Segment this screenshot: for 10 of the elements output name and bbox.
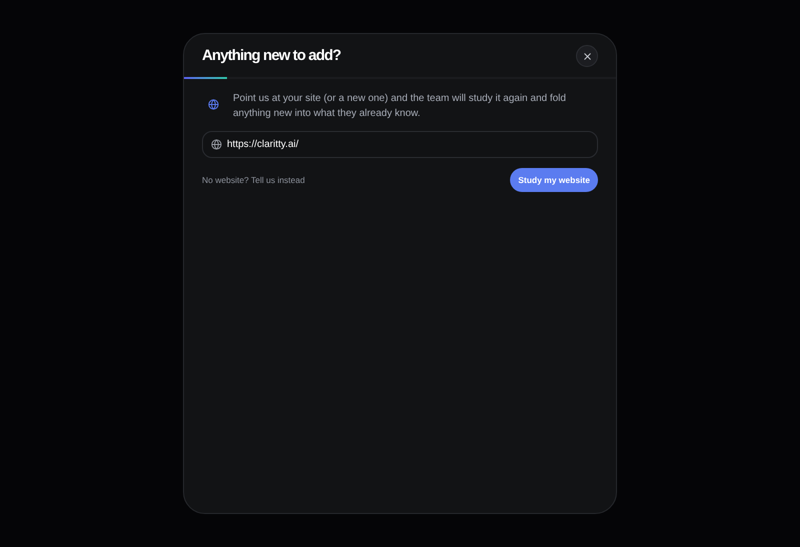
close-icon (582, 50, 592, 62)
globe-icon (211, 139, 222, 150)
dialog-title: Anything new to add? (202, 46, 341, 66)
intro-text: Point us at your site (or a new one) and the team will study it again and fold anything new into what they already know. (233, 92, 567, 121)
url-input[interactable]: https://claritty.ai/ (227, 137, 589, 152)
study-website-button[interactable]: Study my website (510, 168, 598, 192)
url-field[interactable]: https://claritty.ai/ (202, 131, 598, 158)
tell-us-link[interactable]: No website? Tell us instead (202, 174, 305, 186)
globe-icon (208, 99, 219, 110)
close-button[interactable] (576, 45, 598, 67)
